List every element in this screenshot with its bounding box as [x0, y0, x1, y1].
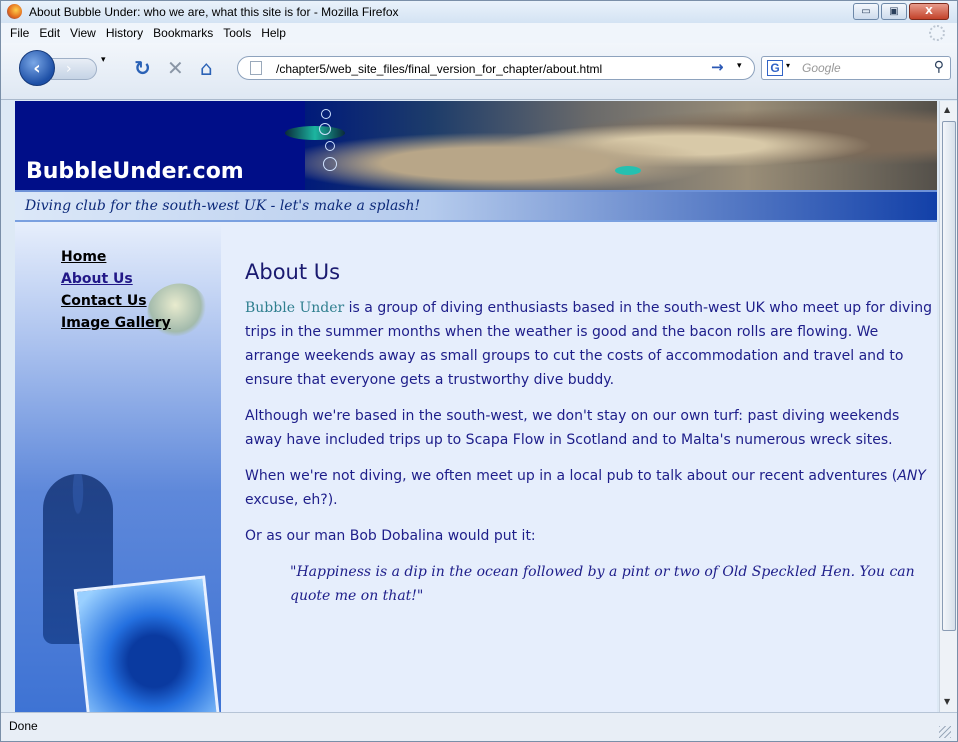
bubbles-image: [315, 107, 345, 187]
navigation-toolbar: › ‹ ▾ ↻ ✕ ⌂ /chapter5/web_site_files/fin…: [1, 43, 957, 100]
menu-view[interactable]: View: [65, 26, 101, 40]
site-navigation: Home About Us Contact Us Image Gallery: [61, 246, 171, 334]
window-controls: ▭ ▣ X: [853, 3, 949, 20]
search-input[interactable]: Google: [802, 61, 841, 75]
google-engine-icon[interactable]: G: [767, 60, 783, 76]
pub-paragraph: When we're not diving, we often meet up …: [245, 464, 935, 512]
menu-help[interactable]: Help: [256, 26, 291, 40]
nav-item-home: Home: [61, 246, 171, 268]
pub-text-start: When we're not diving, we often meet up …: [245, 468, 898, 484]
menu-edit[interactable]: Edit: [34, 26, 65, 40]
menu-bar: File Edit View History Bookmarks Tools H…: [1, 23, 957, 43]
main-content: About Us Bubble Under is a group of divi…: [245, 224, 935, 608]
status-bar: Done: [1, 712, 957, 741]
intro-text: is a group of diving enthusiasts based i…: [245, 300, 932, 388]
nav-link-about[interactable]: About Us: [61, 271, 133, 287]
nav-link-gallery[interactable]: Image Gallery: [61, 315, 171, 331]
back-button[interactable]: ‹: [19, 50, 55, 86]
quote: "Happiness is a dip in the ocean followe…: [290, 564, 915, 604]
scroll-thumb[interactable]: [942, 121, 956, 631]
url-text[interactable]: /chapter5/web_site_files/final_version_f…: [276, 62, 602, 76]
stop-icon[interactable]: ✕: [167, 56, 184, 80]
tagline-bar: Diving club for the south-west UK - let'…: [15, 190, 937, 222]
nav-link-home[interactable]: Home: [61, 249, 106, 265]
menu-bookmarks[interactable]: Bookmarks: [148, 26, 218, 40]
minimize-button[interactable]: ▭: [853, 3, 879, 20]
menu-history[interactable]: History: [101, 26, 148, 40]
reload-icon[interactable]: ↻: [134, 56, 151, 80]
trips-paragraph: Although we're based in the south-west, …: [245, 408, 900, 448]
page-viewport: BubbleUnder.com Diving club for the sout…: [15, 101, 937, 712]
back-arrow-icon: ‹: [33, 57, 41, 79]
history-dropdown-icon[interactable]: ▾: [101, 55, 106, 65]
scroll-down-icon[interactable]: ▼: [944, 697, 950, 706]
site-name: BubbleUnder.com: [26, 159, 244, 184]
status-text: Done: [9, 719, 38, 733]
nav-link-contact[interactable]: Contact Us: [61, 293, 147, 309]
maximize-button[interactable]: ▣: [881, 3, 907, 20]
window-title: About Bubble Under: who we are, what thi…: [29, 5, 399, 19]
search-box[interactable]: G ▾ Google ⚲: [761, 56, 951, 80]
title-bar: About Bubble Under: who we are, what thi…: [1, 1, 957, 23]
throbber-icon: [929, 25, 945, 41]
close-button[interactable]: X: [909, 3, 949, 20]
resize-grip-icon[interactable]: [939, 726, 951, 738]
url-bar[interactable]: /chapter5/web_site_files/final_version_f…: [237, 56, 755, 80]
page-heading: About Us: [245, 260, 341, 284]
forward-arrow-icon: ›: [66, 61, 72, 77]
browser-window: About Bubble Under: who we are, what thi…: [0, 0, 958, 742]
nav-item-contact: Contact Us: [61, 290, 171, 312]
menu-file[interactable]: File: [5, 26, 34, 40]
diver-photo: [73, 575, 221, 712]
site-header: BubbleUnder.com: [15, 101, 937, 190]
small-fish-image: [615, 166, 641, 175]
home-icon[interactable]: ⌂: [200, 56, 213, 80]
pub-text-end: excuse, eh?).: [245, 492, 338, 508]
search-icon[interactable]: ⚲: [934, 59, 944, 75]
nav-item-about: About Us: [61, 268, 171, 290]
pub-emphasis: ANY: [897, 468, 926, 484]
menu-tools[interactable]: Tools: [218, 26, 256, 40]
url-dropdown-icon[interactable]: ▾: [737, 61, 742, 71]
go-arrow-icon[interactable]: →: [711, 58, 724, 76]
vertical-scrollbar[interactable]: ▲ ▼: [939, 101, 957, 712]
site-tagline: Diving club for the south-west UK - let'…: [25, 198, 421, 214]
scroll-up-icon[interactable]: ▲: [944, 105, 950, 114]
intro-paragraph: Bubble Under is a group of diving enthus…: [245, 296, 935, 392]
nav-item-gallery: Image Gallery: [61, 312, 171, 334]
engine-dropdown-icon[interactable]: ▾: [786, 61, 790, 70]
quote-intro: Or as our man Bob Dobalina would put it:: [245, 528, 536, 544]
sidebar: Home About Us Contact Us Image Gallery: [15, 224, 221, 712]
forward-button[interactable]: ›: [51, 58, 97, 80]
brand-name: Bubble Under: [245, 300, 345, 316]
page-icon: [250, 61, 262, 75]
reef-banner-image: [305, 101, 937, 190]
firefox-logo-icon: [7, 4, 22, 19]
